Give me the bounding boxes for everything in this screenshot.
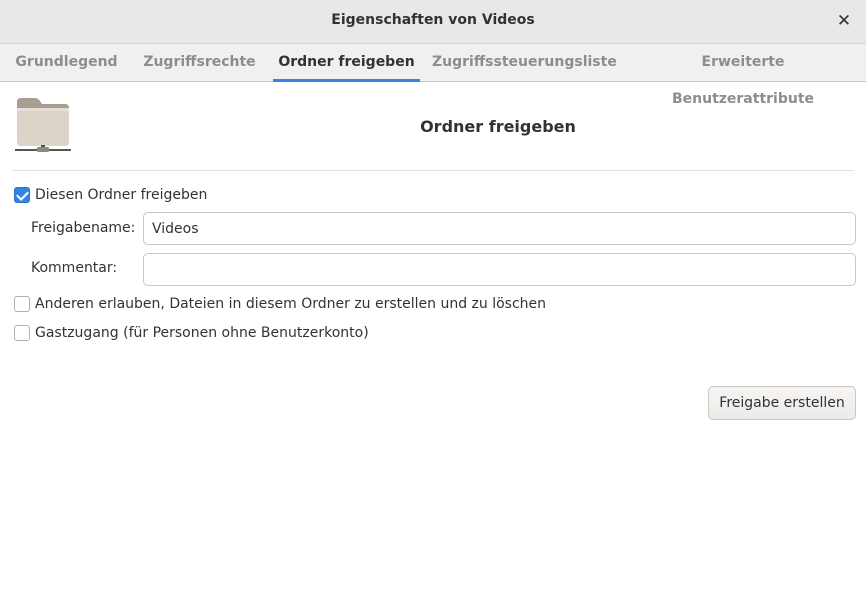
share-folder-checkbox[interactable]	[14, 187, 30, 203]
separator	[12, 170, 854, 171]
allow-write-checkbox-row[interactable]: Anderen erlauben, Dateien in diesem Ordn…	[14, 295, 546, 313]
tab-grundlegend[interactable]: Grundlegend	[12, 44, 121, 81]
create-share-button[interactable]: Freigabe erstellen	[708, 386, 856, 420]
allow-write-label: Anderen erlauben, Dateien in diesem Ordn…	[35, 296, 547, 312]
share-folder-label: Diesen Ordner freigeben	[35, 187, 208, 203]
tab-bar: Grundlegend Zugriffsrechte Ordner freige…	[0, 44, 866, 107]
section-title: Ordner freigeben	[420, 117, 576, 136]
title-bar: Eigenschaften von Videos ✕	[0, 0, 866, 44]
guest-access-checkbox-row[interactable]: Gastzugang (für Personen ohne Benutzerko…	[14, 324, 369, 342]
allow-write-checkbox[interactable]	[14, 296, 30, 312]
close-icon[interactable]: ✕	[836, 10, 852, 32]
share-folder-checkbox-row[interactable]: Diesen Ordner freigeben	[14, 186, 207, 204]
window-title: Eigenschaften von Videos	[331, 12, 535, 28]
guest-access-checkbox[interactable]	[14, 325, 30, 341]
tab-zugriffsrechte[interactable]: Zugriffsrechte	[138, 44, 261, 81]
tab-erweiterte-benutzerattribute[interactable]: Erweiterte Benutzerattribute	[630, 44, 856, 107]
comment-label: Kommentar:	[31, 260, 118, 276]
tab-ordner-freigeben[interactable]: Ordner freigeben	[273, 44, 420, 82]
guest-access-label: Gastzugang (für Personen ohne Benutzerko…	[35, 325, 369, 341]
share-name-input[interactable]	[143, 212, 856, 245]
share-name-label: Freigabename:	[31, 220, 136, 236]
tab-zugriffssteuerungsliste[interactable]: Zugriffssteuerungsliste	[432, 44, 617, 81]
comment-input[interactable]	[143, 253, 856, 286]
